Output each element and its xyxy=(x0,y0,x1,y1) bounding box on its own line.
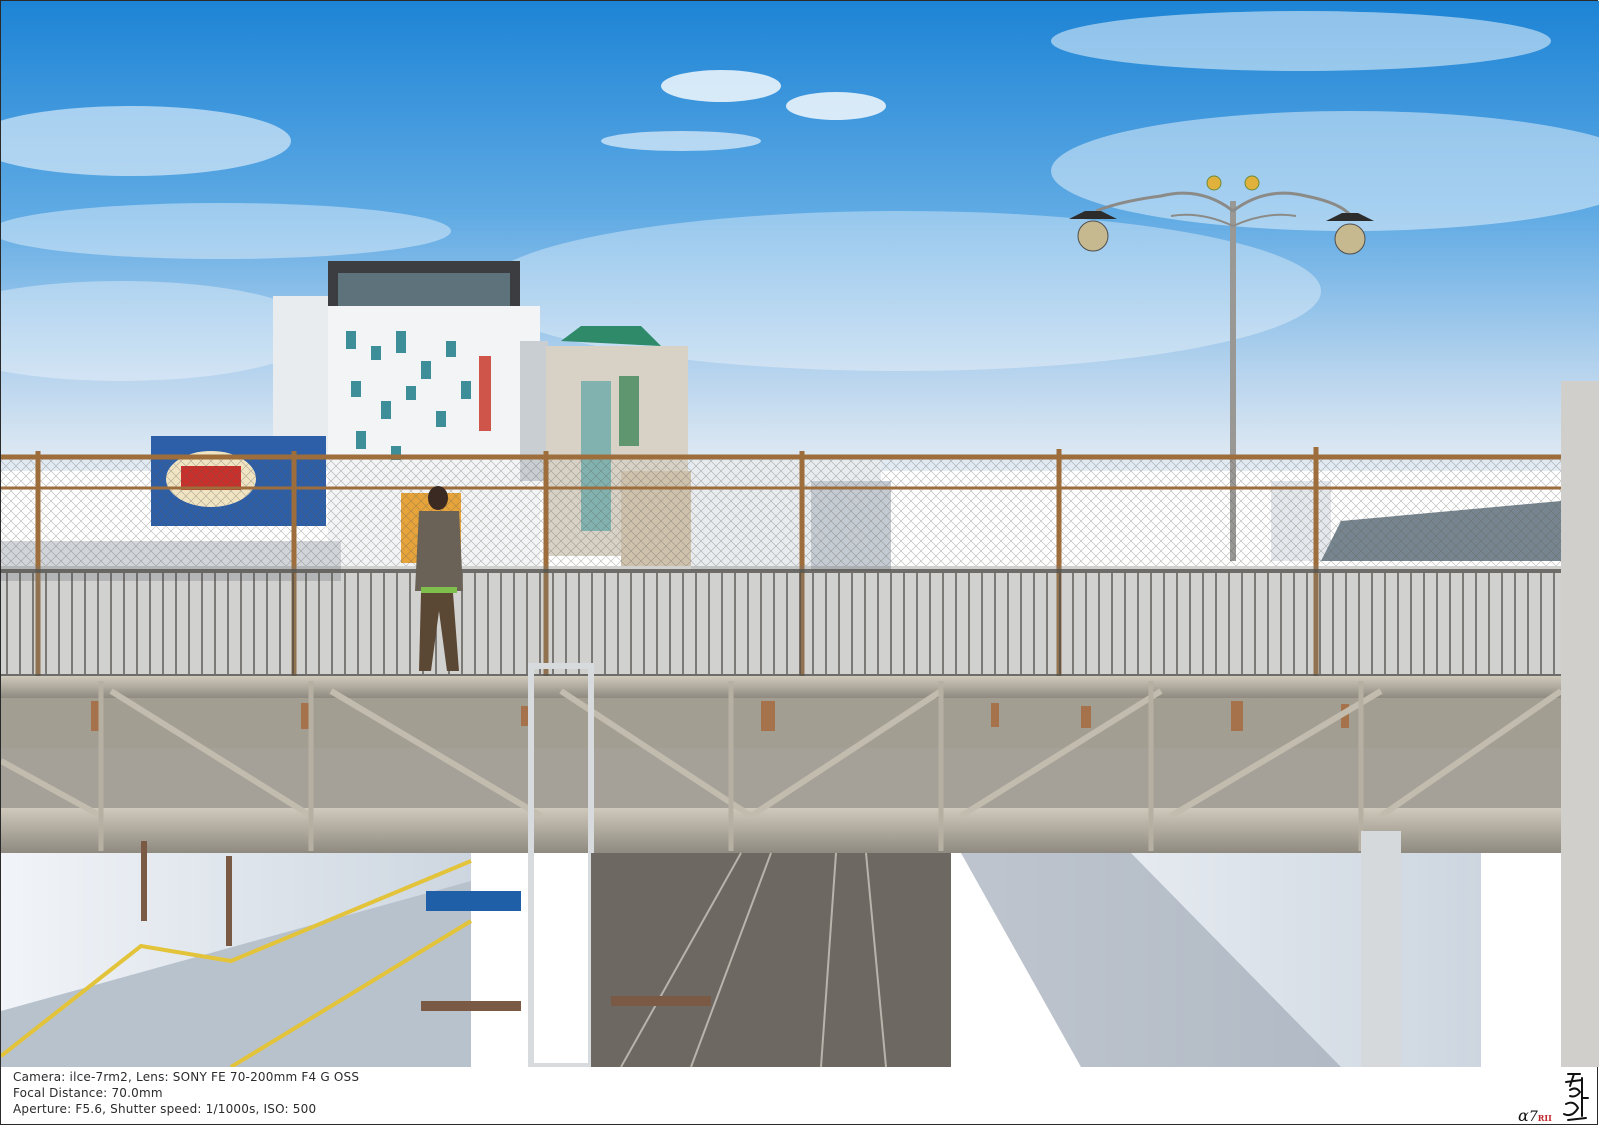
track-bed xyxy=(591,853,951,1067)
truss-top-beam xyxy=(1,676,1561,698)
caption-camera-lens: Camera: ilce-7rm2, Lens: SONY FE 70-200m… xyxy=(13,1070,360,1084)
camera-model-logo: α7RII xyxy=(1518,1106,1552,1125)
station-sign xyxy=(426,891,521,911)
logo-suffix: RII xyxy=(1537,1113,1552,1123)
fence-mesh xyxy=(1,456,1571,566)
right-structure xyxy=(1561,381,1599,1067)
logo-alpha: α xyxy=(1518,1106,1529,1125)
signature-icon xyxy=(1563,1073,1589,1121)
walkway-railing xyxy=(1,566,1571,676)
caption-exposure: Aperture: F5.6, Shutter speed: 1/1000s, … xyxy=(13,1102,317,1116)
photograph xyxy=(1,1,1599,1067)
truss-bottom-beam xyxy=(1,808,1561,853)
logo-model: 7 xyxy=(1528,1109,1538,1125)
exif-caption: Camera: ilce-7rm2, Lens: SONY FE 70-200m… xyxy=(13,1069,359,1117)
caption-focal-distance: Focal Distance: 70.0mm xyxy=(13,1086,163,1100)
